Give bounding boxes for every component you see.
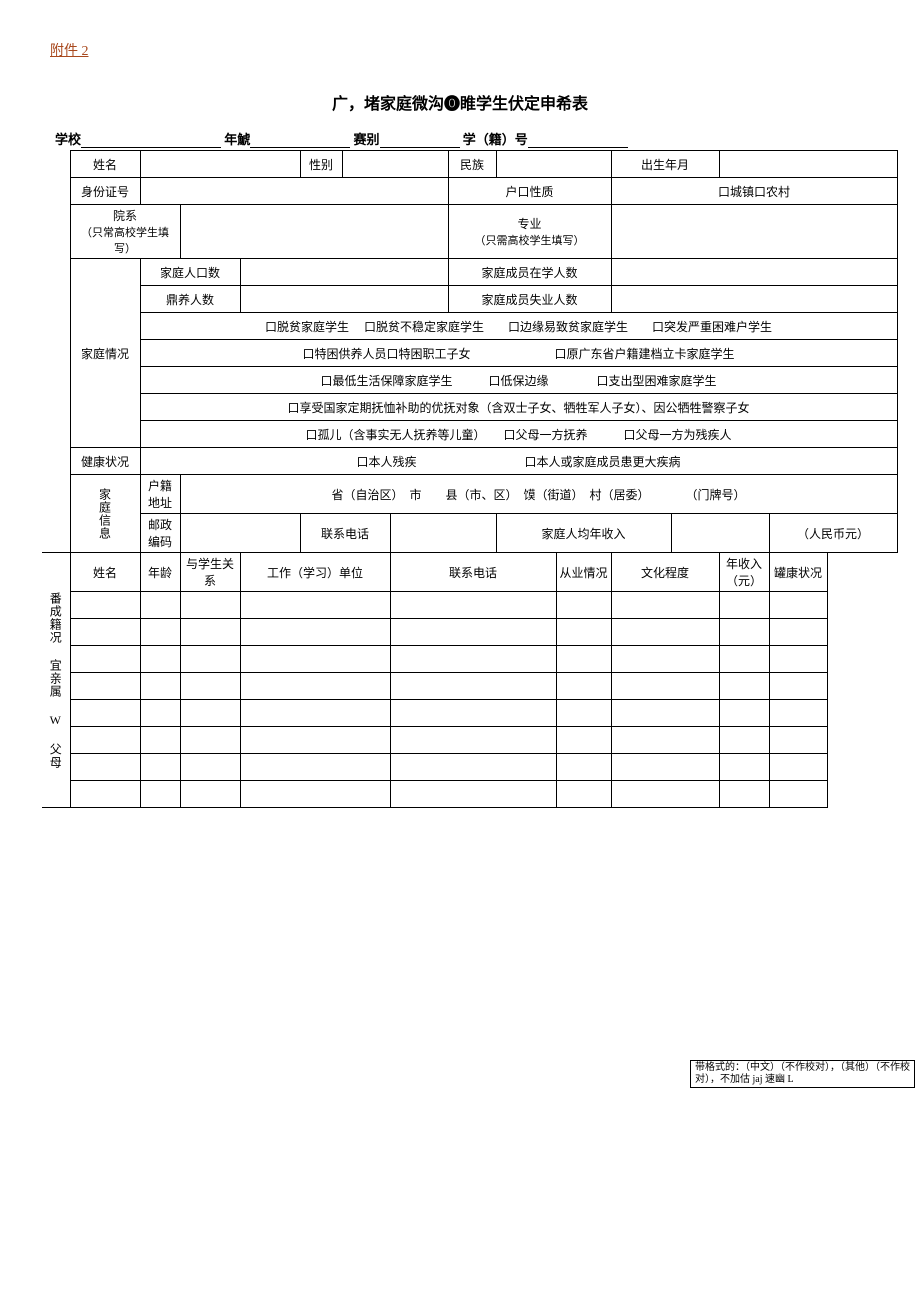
spacer-left [42, 151, 70, 553]
label-major: 专业 （只需高校学生填写） [448, 205, 611, 259]
mh-job: 从业情况 [556, 553, 611, 592]
label-fam-unemploy: 家庭成员失业人数 [448, 286, 611, 313]
attachment-label: 附件 2 [50, 40, 89, 60]
field-dob[interactable] [719, 151, 897, 178]
header-school: 学校 [55, 132, 81, 147]
application-table: 姓名 性别 民族 出生年月 身份证号 户口性质 口城镇口农村 院系 （只常高校学… [42, 150, 898, 808]
table-row[interactable] [70, 754, 140, 781]
header-proj: 赛别 [354, 132, 380, 147]
field-addr[interactable]: 省（自治区） 市 县（市、区） 馍（街道） 村（居委） （门牌号） [180, 475, 897, 514]
opt5[interactable]: 口孤儿（含事实无人抚养等儿童） 口父母一方抚养 口父母一方为残疾人 [140, 421, 897, 448]
label-rmb: （人民币元） [769, 514, 897, 553]
dept-txt: 院系 [113, 209, 137, 223]
table-row[interactable] [70, 646, 140, 673]
label-hukou: 户口性质 [448, 178, 611, 205]
label-tel: 联系电话 [300, 514, 390, 553]
opt3[interactable]: 口最低生活保障家庭学生 口低保边缘 口支出型困难家庭学生 [140, 367, 897, 394]
blank-proj[interactable] [380, 133, 460, 148]
label-nation: 民族 [448, 151, 496, 178]
field-fam-pop[interactable] [240, 259, 448, 286]
table-row[interactable] [70, 727, 140, 754]
opt4[interactable]: 口享受国家定期抚恤补助的优抚对象（含双士子女、牺牲军人子女）、因公牺牲警察子女 [140, 394, 897, 421]
label-health: 健康状况 [70, 448, 140, 475]
label-post: 邮政编码 [140, 514, 180, 553]
field-sex[interactable] [342, 151, 448, 178]
header-id: 学（籍）号 [463, 132, 528, 147]
field-fam-instudy[interactable] [611, 259, 897, 286]
label-idno: 身份证号 [70, 178, 140, 205]
mh-age: 年龄 [140, 553, 180, 592]
form-header: 学校 年鯱 赛别 学（籍）号 [55, 129, 900, 148]
major-sub: （只需高校学生填写） [475, 235, 585, 247]
label-fam-instudy: 家庭成员在学人数 [448, 259, 611, 286]
field-major[interactable] [611, 205, 897, 259]
mh-edu: 文化程度 [611, 553, 719, 592]
blank-school[interactable] [81, 133, 221, 148]
document-title: 广，堵家庭微沟⓿睢学生伏定申希表 [20, 90, 900, 114]
mh-tel: 联系电话 [390, 553, 556, 592]
label-fam-income: 家庭人均年收入 [496, 514, 671, 553]
mh-rel: 与学生关系 [180, 553, 240, 592]
label-addr: 户籍地址 [140, 475, 180, 514]
blank-grade[interactable] [250, 133, 350, 148]
side-faminfo: 家庭信息 [70, 475, 140, 553]
side-members: 番成籍况 宜亲属 W 父母 [42, 553, 70, 808]
field-name[interactable] [140, 151, 300, 178]
field-fam-unemploy[interactable] [611, 286, 897, 313]
field-health[interactable]: 口本人残疾 口本人或家庭成员患更大疾病 [140, 448, 897, 475]
label-name: 姓名 [70, 151, 140, 178]
table-row[interactable] [70, 592, 140, 619]
mh-health: 罐康状况 [769, 553, 827, 592]
opt1[interactable]: 口脱贫家庭学生 口脱贫不稳定家庭学生 口边缘易致贫家庭学生 口突发严重困难户学生 [140, 313, 897, 340]
major-txt: 专业 [518, 217, 542, 231]
label-dob: 出生年月 [611, 151, 719, 178]
field-raise[interactable] [240, 286, 448, 313]
field-dept[interactable] [180, 205, 448, 259]
format-note: 带格式的：（中文）（不作校对），（其他）（不作校对），不加估 jaj 速幽 L [690, 1060, 915, 1088]
table-row[interactable] [70, 619, 140, 646]
label-fam-situation: 家庭情况 [70, 259, 140, 448]
opt2[interactable]: 口特困供养人员口特困职工子女 口原广东省户籍建档立卡家庭学生 [140, 340, 897, 367]
dept-sub: （只常高校学生填写） [81, 227, 169, 255]
table-row[interactable] [70, 673, 140, 700]
field-nation[interactable] [496, 151, 611, 178]
field-hukou[interactable]: 口城镇口农村 [611, 178, 897, 205]
mh-unit: 工作（学习）单位 [240, 553, 390, 592]
mh-name: 姓名 [70, 553, 140, 592]
label-fam-pop: 家庭人口数 [140, 259, 240, 286]
table-row[interactable] [70, 781, 140, 808]
label-dept: 院系 （只常高校学生填写） [70, 205, 180, 259]
field-fam-income[interactable] [671, 514, 769, 553]
field-idno[interactable] [140, 178, 448, 205]
field-post[interactable] [180, 514, 300, 553]
header-grade: 年鯱 [224, 132, 250, 147]
label-raise: 鼎养人数 [140, 286, 240, 313]
label-sex: 性别 [300, 151, 342, 178]
blank-id[interactable] [528, 133, 628, 148]
mh-income: 年收入（元） [719, 553, 769, 592]
table-row[interactable] [70, 700, 140, 727]
field-tel[interactable] [390, 514, 496, 553]
